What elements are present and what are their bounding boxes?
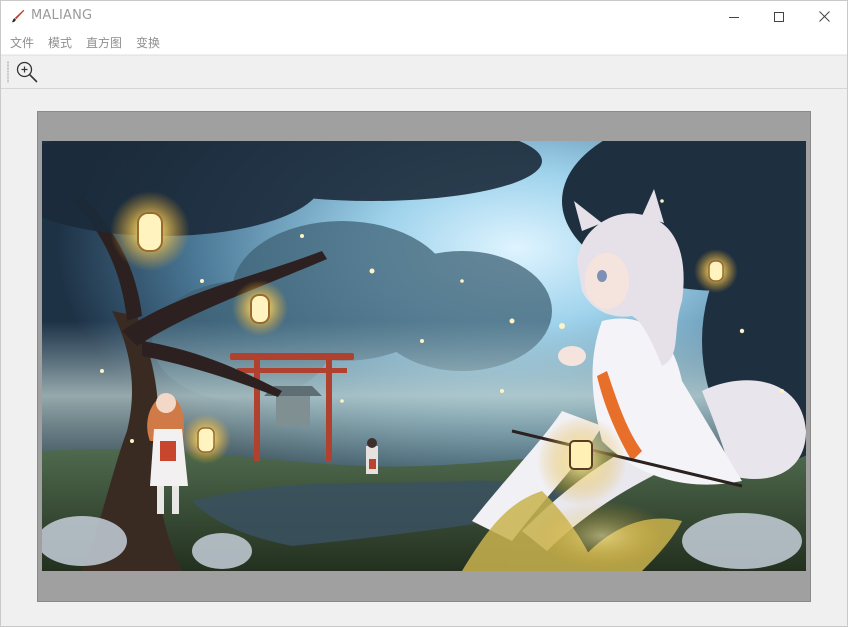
- close-button[interactable]: [801, 1, 847, 32]
- menu-histogram[interactable]: 直方图: [80, 32, 128, 54]
- window-title: MALIANG: [31, 8, 93, 23]
- workspace: [1, 89, 847, 626]
- title-bar[interactable]: MALIANG: [1, 1, 847, 32]
- menu-bar: 文件 模式 直方图 变换: [1, 32, 847, 54]
- brush-app-icon: [11, 9, 25, 23]
- close-icon: [818, 11, 830, 22]
- maximize-icon: [774, 11, 784, 22]
- toolbar: [1, 55, 847, 89]
- illustration-artwork: [42, 141, 806, 571]
- app-window: MALIANG 文件 模式 直方图 变换: [0, 0, 848, 627]
- zoom-in-icon: [16, 61, 38, 83]
- maximize-button[interactable]: [756, 1, 802, 32]
- menu-transform[interactable]: 变换: [130, 32, 166, 54]
- zoom-in-button[interactable]: [14, 59, 40, 85]
- displayed-image: [42, 141, 806, 571]
- image-canvas[interactable]: [37, 111, 811, 602]
- menu-file[interactable]: 文件: [4, 32, 40, 54]
- minimize-button[interactable]: [711, 1, 757, 32]
- toolbar-grip-handle[interactable]: [7, 61, 9, 83]
- minimize-icon: [729, 16, 739, 18]
- menu-mode[interactable]: 模式: [42, 32, 78, 54]
